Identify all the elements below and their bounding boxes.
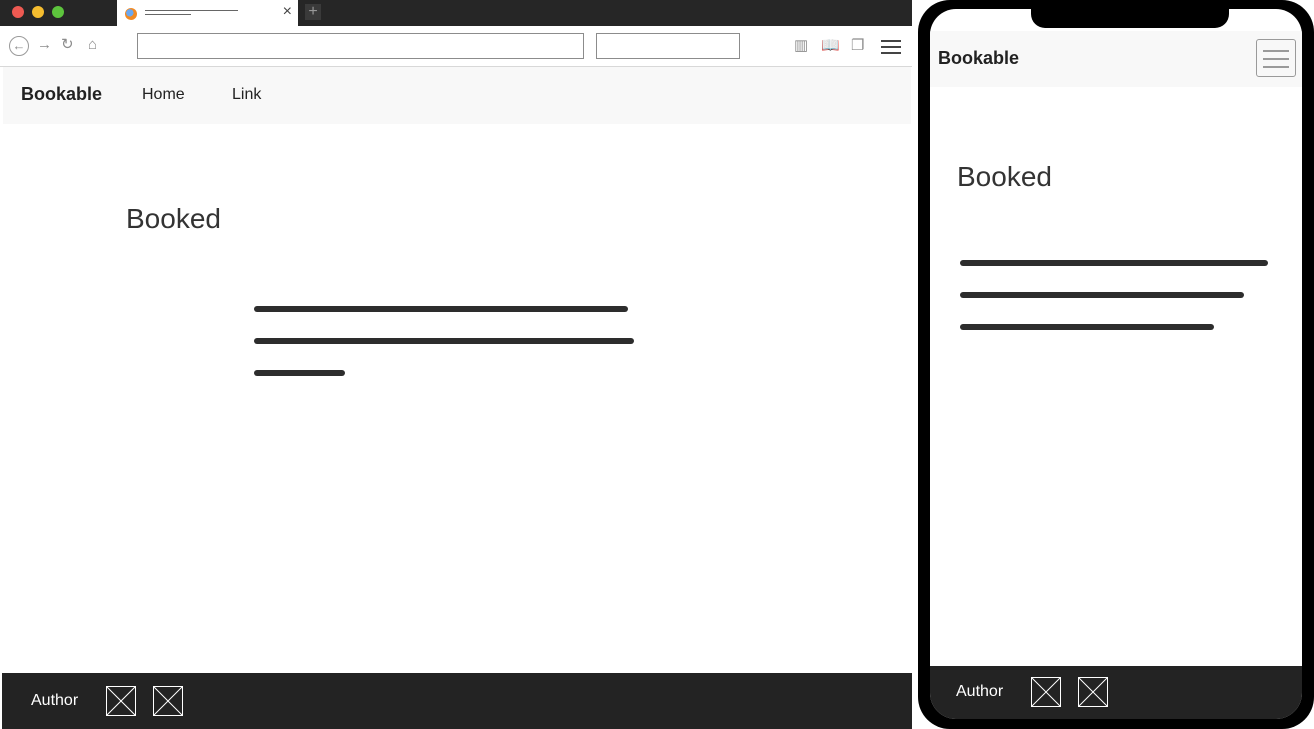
mobile-page-heading: Booked: [957, 161, 1052, 192]
browser-tab-bar: × +: [0, 0, 912, 26]
nav-link-link[interactable]: Link: [232, 86, 261, 104]
tab-title-placeholder-line: [145, 14, 191, 15]
reader-view-icon[interactable]: 📖: [821, 38, 840, 54]
brand-logo[interactable]: Bookable: [21, 84, 102, 105]
sidebar-icon[interactable]: ❐: [851, 38, 864, 54]
mobile-footer-author-label: Author: [956, 683, 1004, 700]
maximize-window-button[interactable]: [52, 6, 64, 18]
mobile-brand-logo[interactable]: Bookable: [938, 48, 1019, 69]
mobile-device-frame: Bookable Booked Author: [918, 0, 1314, 729]
text-placeholder-line: [960, 324, 1214, 330]
tab-close-icon[interactable]: ×: [283, 4, 292, 20]
footer-author-label: Author: [31, 692, 79, 709]
text-placeholder-line: [960, 260, 1268, 266]
reload-icon[interactable]: ↻: [61, 36, 74, 54]
image-placeholder-icon[interactable]: [1031, 677, 1061, 707]
phone-notch: [1031, 9, 1229, 28]
browser-toolbar: ← → ↻ ⌂ ▥ 📖 ❐: [0, 26, 912, 67]
home-icon[interactable]: ⌂: [88, 36, 97, 54]
image-placeholder-icon[interactable]: [1078, 677, 1108, 707]
library-icon[interactable]: ▥: [794, 38, 808, 54]
forward-icon[interactable]: →: [37, 36, 52, 54]
desktop-browser-window: × + ← → ↻ ⌂ ▥ 📖 ❐ Bookable Home Link Boo…: [0, 0, 912, 729]
text-placeholder-line: [254, 370, 345, 376]
browser-favicon-icon: [125, 8, 137, 20]
tab-title-placeholder-line: [145, 10, 238, 11]
nav-link-home[interactable]: Home: [142, 86, 185, 104]
new-tab-button[interactable]: +: [305, 4, 321, 20]
browser-tab[interactable]: ×: [117, 0, 298, 26]
mobile-footer: Author: [930, 666, 1302, 719]
image-placeholder-icon[interactable]: [153, 686, 183, 716]
search-bar-input[interactable]: [596, 33, 740, 59]
address-bar-input[interactable]: [137, 33, 584, 59]
minimize-window-button[interactable]: [32, 6, 44, 18]
text-placeholder-line: [254, 338, 634, 344]
close-window-button[interactable]: [12, 6, 24, 18]
mobile-screen: Bookable Booked Author: [930, 9, 1302, 719]
page-heading: Booked: [126, 203, 221, 234]
image-placeholder-icon[interactable]: [106, 686, 136, 716]
mobile-navbar: Bookable: [930, 31, 1302, 87]
site-navbar: Bookable Home Link: [3, 67, 911, 124]
site-footer: Author: [2, 673, 912, 729]
browser-menu-icon[interactable]: [881, 40, 901, 58]
hamburger-menu-icon[interactable]: [1256, 39, 1296, 77]
text-placeholder-line: [254, 306, 628, 312]
text-placeholder-line: [960, 292, 1244, 298]
back-icon[interactable]: ←: [9, 36, 29, 56]
